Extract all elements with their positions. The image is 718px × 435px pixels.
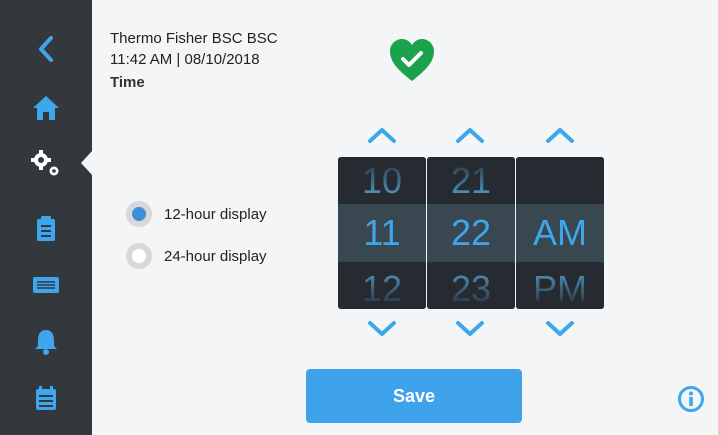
home-icon <box>33 96 59 120</box>
chevron-down-icon <box>546 321 574 336</box>
bell-icon <box>35 330 57 355</box>
chevron-up-icon <box>456 128 484 143</box>
period-down-button[interactable] <box>542 318 578 340</box>
panel-icon <box>33 277 59 293</box>
sidebar <box>0 0 93 435</box>
main-panel: Thermo Fisher BSC BSC 11:42 AM | 08/10/2… <box>92 0 718 435</box>
period-current: AM <box>533 212 587 253</box>
back-button[interactable] <box>0 24 92 74</box>
hour-up-button[interactable] <box>364 124 400 146</box>
chevron-down-icon <box>368 321 396 336</box>
minute-up-button[interactable] <box>452 124 488 146</box>
chevron-up-icon <box>368 128 396 143</box>
sidebar-item-alarms[interactable] <box>0 316 92 366</box>
minute-current: 22 <box>450 212 492 253</box>
minute-picker[interactable]: 21 22 23 <box>427 157 515 309</box>
period-up-button[interactable] <box>542 124 578 146</box>
radio-24-hour-label: 24-hour display <box>164 247 267 265</box>
calendar-icon <box>36 386 56 410</box>
hour-down-button[interactable] <box>364 318 400 340</box>
radio-12-hour-label: 12-hour display <box>164 205 267 223</box>
sidebar-item-panel[interactable] <box>0 260 92 310</box>
current-datetime: 11:42 AM | 08/10/2018 <box>110 51 260 68</box>
chevron-down-icon <box>456 321 484 336</box>
clipboard-icon <box>37 216 55 241</box>
info-icon[interactable] <box>677 385 705 413</box>
minute-down-button[interactable] <box>452 318 488 340</box>
hour-current: 11 <box>363 212 401 253</box>
hour-picker[interactable]: 10 11 12 <box>338 157 426 309</box>
heart-check-icon <box>390 39 434 81</box>
device-name: Thermo Fisher BSC BSC <box>110 30 278 47</box>
page-title: Time <box>110 74 145 91</box>
settings-gears-icon <box>31 150 59 176</box>
radio-unselected-indicator[interactable] <box>126 243 152 269</box>
radio-24-hour[interactable]: 24-hour display <box>126 243 267 269</box>
save-button[interactable]: Save <box>306 369 522 423</box>
period-picker[interactable]: AM PM <box>516 157 604 309</box>
radio-selected-indicator[interactable] <box>126 201 152 227</box>
back-chevron-icon <box>39 36 53 62</box>
sidebar-item-clipboard[interactable] <box>0 204 92 254</box>
sidebar-item-calendar[interactable] <box>0 373 92 423</box>
sidebar-item-settings[interactable] <box>0 138 92 188</box>
radio-12-hour[interactable]: 12-hour display <box>126 201 267 227</box>
chevron-up-icon <box>546 128 574 143</box>
sidebar-item-home[interactable] <box>0 83 92 133</box>
